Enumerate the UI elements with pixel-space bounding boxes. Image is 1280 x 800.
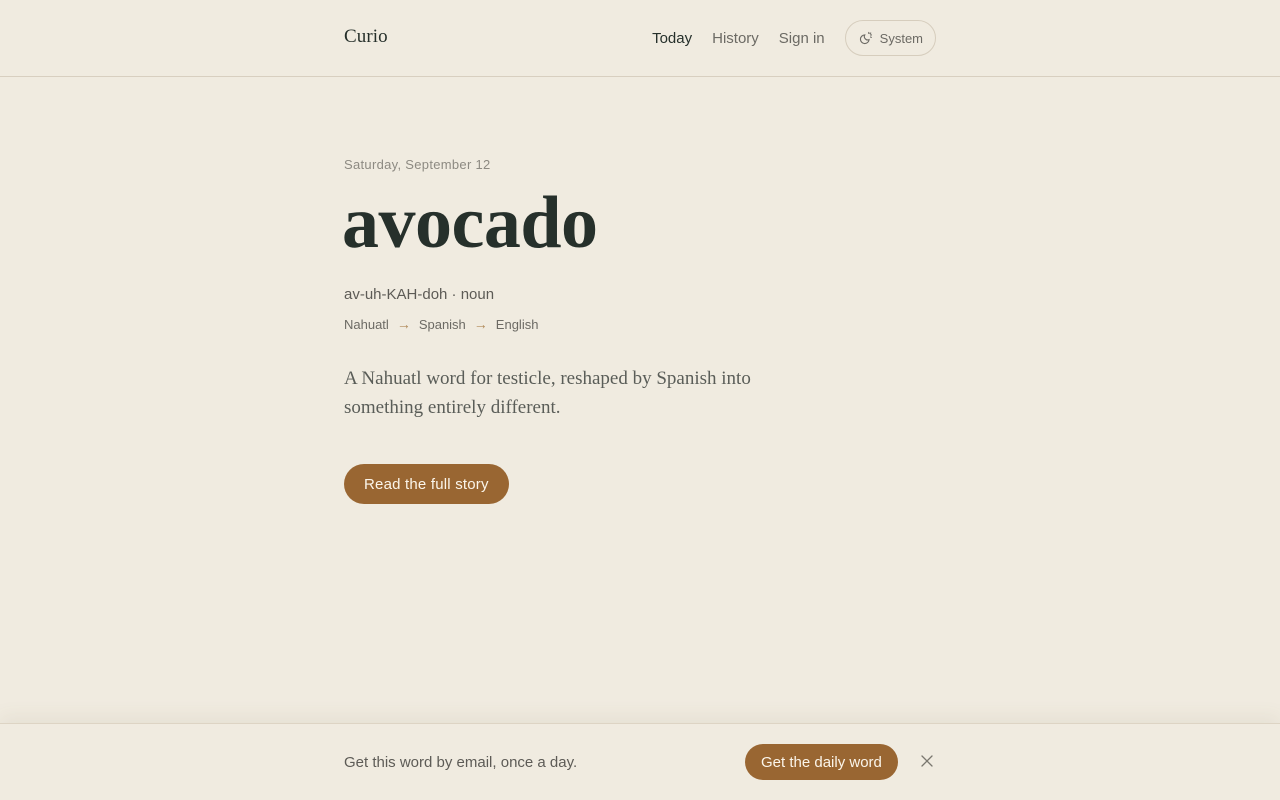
arrow-right-icon: →: [473, 316, 488, 332]
nav-history[interactable]: History: [712, 30, 759, 47]
banner-text: Get this word by email, once a day.: [344, 754, 578, 771]
read-full-story-button[interactable]: Read the full story: [344, 464, 509, 504]
close-icon: [921, 754, 933, 770]
etymology-step: Spanish: [418, 316, 466, 332]
etymology-step: Nahuatl: [344, 316, 389, 332]
logo[interactable]: Curio: [344, 26, 388, 48]
email-signup-banner: Get this word by email, once a day. Get …: [0, 723, 1280, 800]
sun-moon-icon: [858, 31, 873, 46]
entry-pronunciation: av-uh-KAH-doh · noun: [344, 286, 495, 303]
entry-blurb: A Nahuatl word for testicle, reshaped by…: [344, 368, 751, 418]
nav-sign-in[interactable]: Sign in: [779, 30, 825, 47]
arrow-right-icon: →: [396, 316, 411, 332]
theme-toggle-button[interactable]: System: [844, 20, 936, 56]
theme-toggle-label: System: [879, 30, 923, 46]
close-banner-button[interactable]: [918, 753, 936, 771]
entry-word: avocado: [342, 182, 598, 264]
get-daily-word-button[interactable]: Get the daily word: [745, 744, 898, 780]
site-header: Curio Today History Sign in System: [0, 0, 1280, 77]
nav-today[interactable]: Today: [652, 30, 692, 47]
etymology-step: English: [495, 316, 539, 332]
main-nav: Today History Sign in System: [652, 20, 936, 56]
etymology-chain: Nahuatl → Spanish → English: [344, 316, 538, 332]
entry-date: Saturday, September 12: [344, 157, 491, 172]
